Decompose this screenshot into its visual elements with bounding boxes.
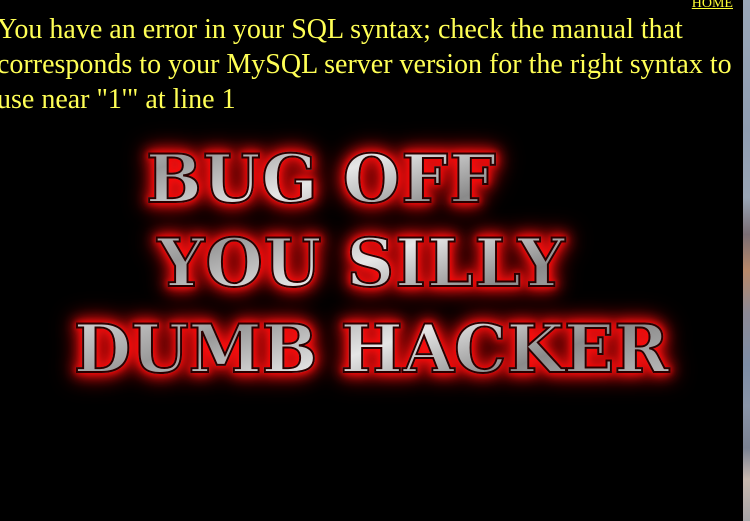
home-link[interactable]: HOME [692,0,733,12]
banner-line-dumb-hacker: DUMB HACKER [0,309,743,389]
background-photo-edge [743,0,750,521]
hacker-warning-banner: BUG OFF YOU SILLY DUMB HACKER [0,139,743,400]
banner-line-you-silly: YOU SILLY [0,223,733,303]
sql-error-message: You have an error in your SQL syntax; ch… [0,14,732,115]
page: HOME You have an error in your SQL synta… [0,0,750,521]
banner-line-bug-off: BUG OFF [0,139,693,219]
